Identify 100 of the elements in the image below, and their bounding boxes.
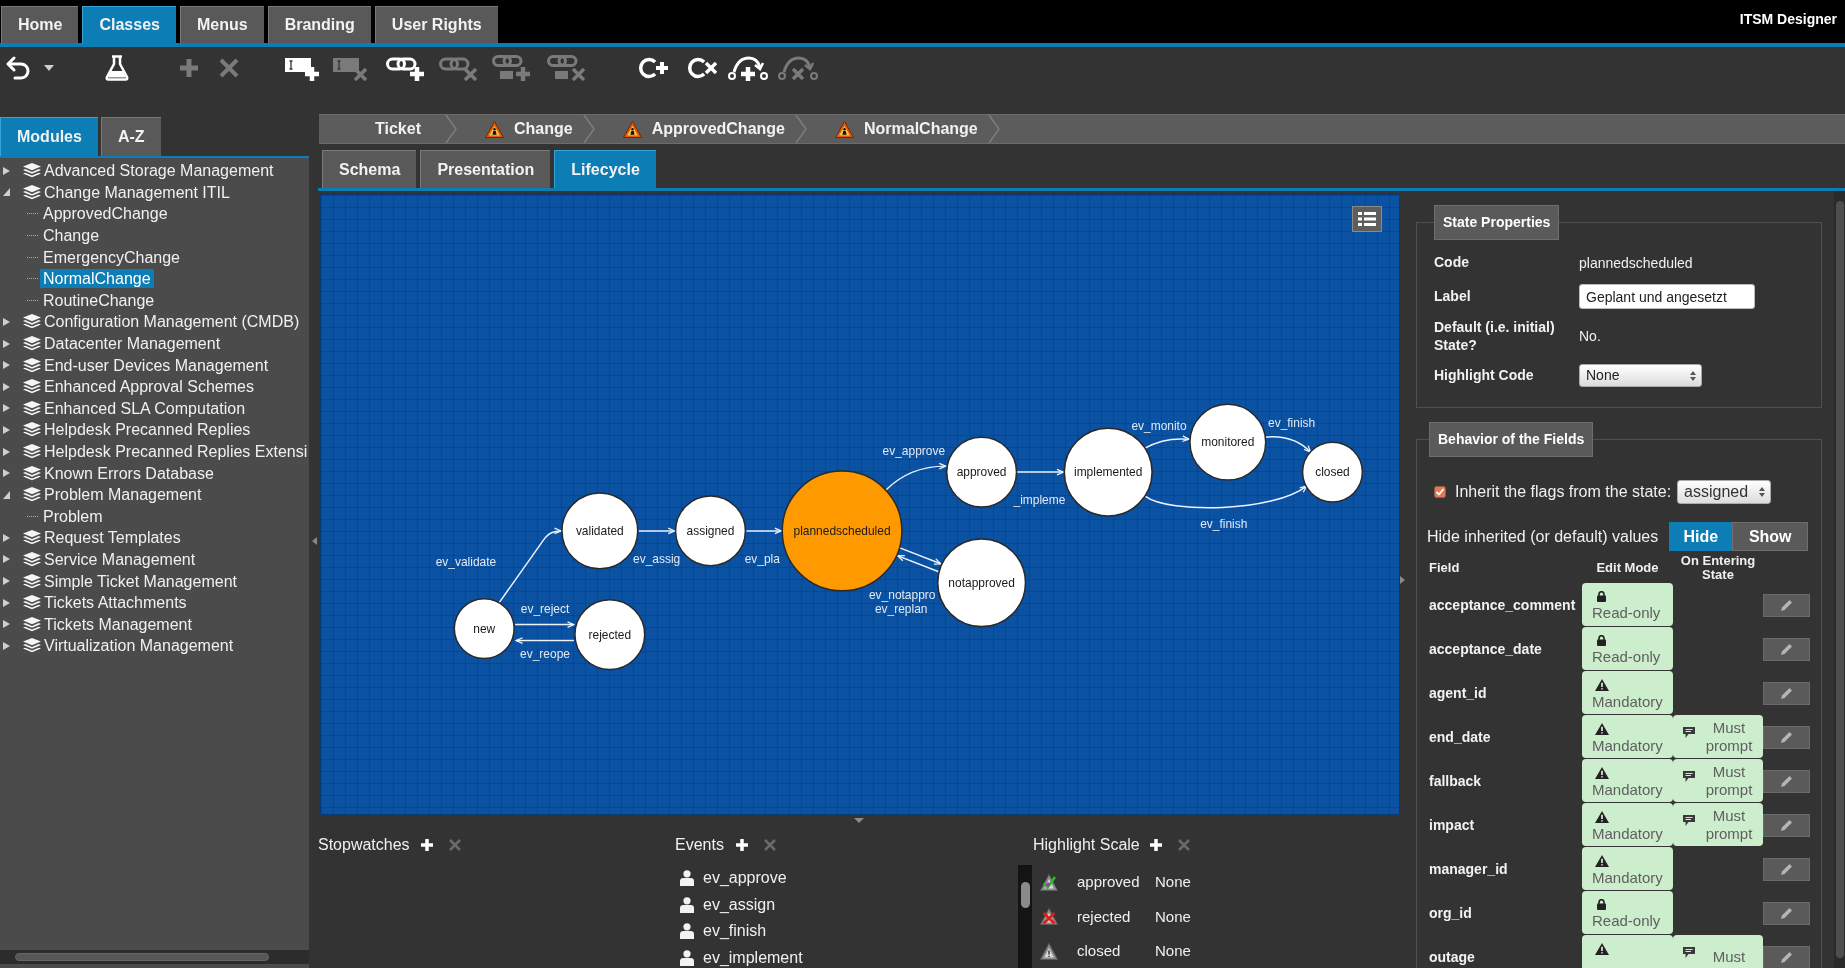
edit-button[interactable] <box>1763 681 1810 705</box>
curved-arrow-plus-icon[interactable] <box>728 54 768 81</box>
collapsed-arrow-icon[interactable] <box>3 620 10 629</box>
tree-item[interactable]: RoutineChange <box>40 290 158 310</box>
breadcrumb-item[interactable]: Ticket <box>319 115 445 143</box>
edit-button[interactable] <box>1763 725 1810 749</box>
state-node[interactable]: plannedscheduled <box>781 470 903 592</box>
state-node[interactable]: new <box>453 597 515 660</box>
caret-left-icon[interactable] <box>312 537 317 545</box>
collapsed-arrow-icon[interactable] <box>3 425 10 434</box>
expanded-arrow-icon[interactable] <box>3 490 10 499</box>
breadcrumb-item[interactable]: NormalChange <box>806 115 988 143</box>
collapsed-arrow-icon[interactable] <box>3 555 10 564</box>
collapsed-arrow-icon[interactable] <box>3 641 10 650</box>
scrollbar-thumb[interactable] <box>15 953 269 961</box>
tree-item[interactable]: Enhanced Approval Schemes <box>44 377 254 397</box>
transition-arrow[interactable] <box>514 621 575 629</box>
circle-plus-icon[interactable] <box>638 55 668 80</box>
tree-item[interactable]: Advanced Storage Management <box>44 161 274 181</box>
nav-tab[interactable]: Branding <box>267 6 371 43</box>
tree-item[interactable]: Known Errors Database <box>44 463 214 483</box>
tree-item[interactable]: Helpdesk Precanned Replies <box>44 420 251 440</box>
toggle-option[interactable]: Show <box>1732 522 1809 551</box>
transition-arrow[interactable] <box>885 462 947 491</box>
transition-arrow[interactable] <box>637 527 676 535</box>
transition-arrow[interactable] <box>1263 436 1312 453</box>
tree-item[interactable]: Virtualization Management <box>44 636 234 656</box>
breadcrumb-item[interactable]: Change <box>456 115 583 143</box>
nav-tab[interactable]: Classes <box>82 6 176 43</box>
panel-tab[interactable]: Modules <box>0 117 98 156</box>
tree-item[interactable]: Service Management <box>44 550 196 569</box>
label-input[interactable]: Geplant und angesetzt <box>1579 284 1755 309</box>
sub-tab[interactable]: Lifecycle <box>554 150 656 188</box>
tree-item[interactable]: Change <box>40 226 103 246</box>
edit-button[interactable] <box>1763 593 1810 617</box>
vertical-scrollbar[interactable] <box>1834 191 1845 968</box>
state-node[interactable]: rejected <box>574 598 646 671</box>
tree-item[interactable]: Problem Management <box>44 485 202 505</box>
collapsed-arrow-icon[interactable] <box>3 598 10 607</box>
transition-arrow[interactable] <box>1015 468 1065 476</box>
sub-tab[interactable]: Schema <box>322 150 417 188</box>
event-item[interactable]: ev_approve <box>703 866 787 891</box>
tree-item[interactable]: EmergencyChange <box>40 247 183 267</box>
transition-arrow[interactable] <box>1144 485 1308 509</box>
state-node[interactable]: notapproved <box>937 538 1027 628</box>
nav-tab[interactable]: User Rights <box>374 6 498 43</box>
circle-cross-icon[interactable] <box>687 55 717 80</box>
breadcrumb-item[interactable]: ApprovedChange <box>594 115 795 143</box>
tree-item[interactable]: Enhanced SLA Computation <box>44 398 246 418</box>
horizontal-scrollbar[interactable] <box>0 950 309 964</box>
tree-item[interactable]: Request Templates <box>44 528 181 548</box>
tree-item[interactable]: Helpdesk Precanned Replies Extensi <box>44 442 308 461</box>
state-node[interactable]: approved <box>945 436 1018 508</box>
collapsed-arrow-icon[interactable] <box>3 447 10 456</box>
collapsed-arrow-icon[interactable] <box>3 317 10 326</box>
expanded-arrow-icon[interactable] <box>3 188 10 197</box>
caret-down-icon[interactable] <box>854 817 864 823</box>
tree-item[interactable]: ApprovedChange <box>40 204 171 224</box>
transition-arrow[interactable] <box>745 527 782 535</box>
tree-item[interactable]: Tickets Management <box>44 614 192 634</box>
collapsed-arrow-icon[interactable] <box>3 166 10 175</box>
tree-item[interactable]: Datacenter Management <box>44 334 221 354</box>
state-node[interactable]: monitored <box>1189 403 1267 481</box>
collapsed-arrow-icon[interactable] <box>3 404 10 413</box>
toggle-option[interactable]: Hide <box>1669 522 1733 551</box>
tree-item[interactable]: Configuration Management (CMDB) <box>44 312 300 332</box>
tree-item[interactable]: End-user Devices Management <box>44 355 269 375</box>
list-icon[interactable] <box>1352 206 1382 232</box>
collapsed-arrow-icon[interactable] <box>3 533 10 542</box>
flask-icon[interactable] <box>105 54 129 81</box>
scrollbar-thumb[interactable] <box>1835 201 1844 958</box>
collapsed-arrow-icon[interactable] <box>3 361 10 370</box>
nav-tab[interactable]: Home <box>1 6 79 43</box>
edit-button[interactable] <box>1763 857 1810 881</box>
state-select[interactable]: assigned <box>1677 480 1772 504</box>
transition-arrow[interactable] <box>1144 435 1190 449</box>
event-item[interactable]: ev_implement <box>703 945 803 968</box>
edit-button[interactable] <box>1763 901 1810 925</box>
tree-item[interactable]: NormalChange <box>40 269 154 289</box>
edit-button[interactable] <box>1763 769 1810 793</box>
tree-item[interactable]: Problem <box>40 506 106 526</box>
vertical-scrollbar[interactable] <box>1018 865 1032 968</box>
event-item[interactable]: ev_finish <box>703 919 767 944</box>
tree-item[interactable]: Tickets Attachments <box>44 593 187 613</box>
event-item[interactable]: ev_assign <box>703 892 776 917</box>
undo-icon[interactable] <box>6 55 30 80</box>
transition-arrow[interactable] <box>498 527 562 604</box>
edit-button[interactable] <box>1763 813 1810 837</box>
collapsed-arrow-icon[interactable] <box>3 382 10 391</box>
panel-tab[interactable]: A-Z <box>100 117 161 156</box>
collapsed-arrow-icon[interactable] <box>3 339 10 348</box>
scrollbar-thumb[interactable] <box>1020 882 1030 908</box>
tree-item[interactable]: Simple Ticket Management <box>44 571 237 591</box>
nav-tab[interactable]: Menus <box>179 6 264 43</box>
collapsed-arrow-icon[interactable] <box>3 577 10 586</box>
transition-arrow[interactable] <box>897 554 940 573</box>
sub-tab[interactable]: Presentation <box>420 150 551 188</box>
checkbox[interactable] <box>1434 486 1446 498</box>
caret-down-icon[interactable] <box>44 64 54 71</box>
edit-button[interactable] <box>1763 637 1810 661</box>
